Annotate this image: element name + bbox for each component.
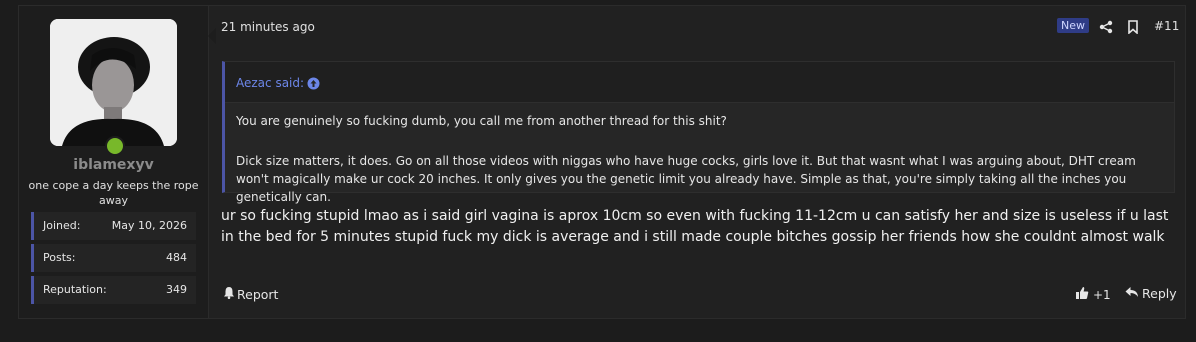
go-to-quoted-post-icon[interactable] <box>307 75 320 94</box>
quote-text: You are genuinely so fucking dumb, you c… <box>236 114 727 128</box>
post-timestamp[interactable]: 21 minutes ago <box>221 20 315 34</box>
thumbs-up-icon <box>1075 286 1089 303</box>
report-button[interactable]: Report <box>223 286 278 302</box>
quote-block: Aezac said: You are genuinely so fucking… <box>222 61 1175 204</box>
report-label: Report <box>237 286 279 302</box>
stat-value: 349 <box>166 283 187 296</box>
stat-value: May 10, 2026 <box>111 219 187 232</box>
share-icon[interactable] <box>1099 19 1113 38</box>
stat-joined: Joined: May 10, 2026 <box>31 212 196 240</box>
post-message: ur so fucking stupid lmao as i said girl… <box>221 208 1169 245</box>
stat-posts: Posts: 484 <box>31 244 196 272</box>
like-button[interactable]: +1 <box>1075 286 1111 303</box>
stat-label: Reputation: <box>43 283 107 296</box>
like-count: +1 <box>1093 287 1111 302</box>
quote-text: Dick size matters, it does. Go on all th… <box>236 154 1136 204</box>
reply-arrow-icon <box>1125 286 1139 301</box>
quote-author-link[interactable]: Aezac said: <box>236 76 304 90</box>
stat-value: 484 <box>166 251 187 264</box>
reply-label: Reply <box>1142 286 1177 301</box>
username[interactable]: iblamexyv <box>19 157 208 173</box>
avatar[interactable] <box>50 19 177 146</box>
new-badge: New <box>1057 18 1089 33</box>
online-status-indicator <box>105 136 125 156</box>
post-number-link[interactable]: #11 <box>1154 19 1179 33</box>
reply-button[interactable]: Reply <box>1125 286 1177 301</box>
stat-label: Joined: <box>43 219 81 232</box>
quote-header: Aezac said: <box>225 62 1174 103</box>
user-title: one cope a day keeps the rope away <box>28 179 199 207</box>
bookmark-icon[interactable] <box>1127 19 1139 38</box>
post-arrow <box>208 28 216 44</box>
user-sidebar: iblamexyv one cope a day keeps the rope … <box>19 6 209 318</box>
bell-icon <box>223 286 235 302</box>
post-container: iblamexyv one cope a day keeps the rope … <box>18 5 1186 319</box>
stat-label: Posts: <box>43 251 76 264</box>
stat-reputation: Reputation: 349 <box>31 276 196 304</box>
